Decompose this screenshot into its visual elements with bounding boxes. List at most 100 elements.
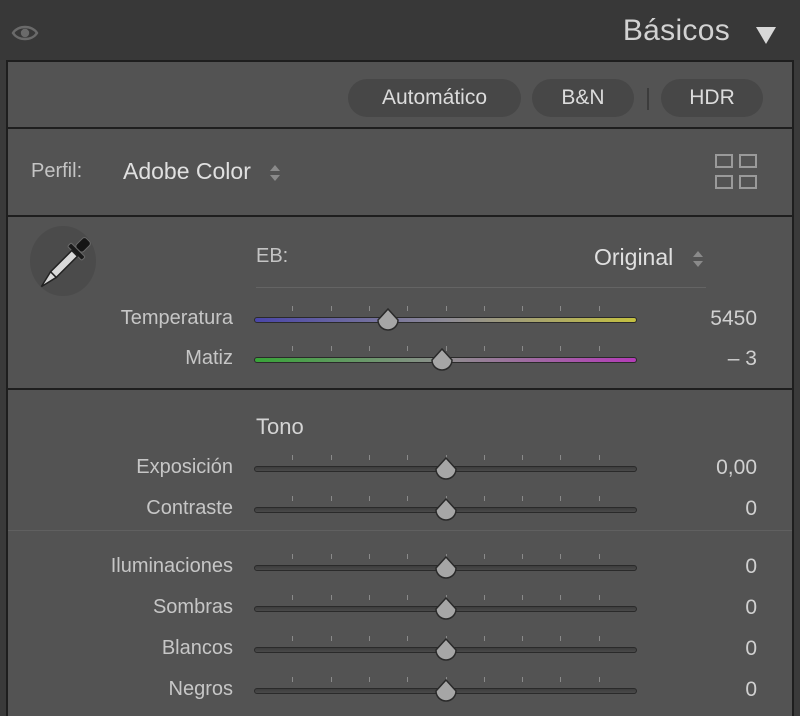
temperature-ticks bbox=[254, 306, 637, 311]
slider-tick bbox=[598, 455, 600, 460]
blacks-slider-thumb[interactable] bbox=[433, 679, 459, 703]
button-divider bbox=[647, 88, 649, 110]
slider-tick bbox=[330, 455, 332, 460]
slider-tick bbox=[368, 455, 370, 460]
slider-tick bbox=[560, 496, 562, 501]
eyedropper-icon[interactable] bbox=[28, 228, 100, 300]
updown-arrows-icon[interactable] bbox=[691, 249, 705, 269]
slider-tick bbox=[598, 677, 600, 682]
slider-tick bbox=[368, 636, 370, 641]
slider-tick bbox=[407, 636, 409, 641]
slider-tick bbox=[560, 455, 562, 460]
slider-tick bbox=[560, 554, 562, 559]
slider-tick bbox=[560, 677, 562, 682]
slider-tick bbox=[445, 306, 447, 311]
slider-tick bbox=[407, 554, 409, 559]
temperature-slider-thumb[interactable] bbox=[375, 308, 401, 332]
contrast-value[interactable]: 0 bbox=[637, 497, 757, 521]
triangle-down-icon[interactable] bbox=[754, 25, 778, 45]
slider-tick bbox=[522, 455, 524, 460]
slider-tick bbox=[330, 554, 332, 559]
highlights-label: Iluminaciones bbox=[110, 555, 233, 577]
exposure-label: Exposición bbox=[136, 456, 233, 478]
slider-tick bbox=[483, 346, 485, 351]
profile-label: Perfil: bbox=[31, 160, 83, 182]
slider-tick bbox=[483, 636, 485, 641]
whites-slider-thumb[interactable] bbox=[433, 638, 459, 662]
slider-tick bbox=[368, 554, 370, 559]
temperature-label: Temperatura bbox=[120, 307, 233, 329]
slider-tick bbox=[407, 306, 409, 311]
tint-slider-thumb[interactable] bbox=[429, 348, 455, 372]
section-divider bbox=[8, 127, 792, 129]
slider-tick bbox=[330, 306, 332, 311]
section-divider bbox=[8, 388, 792, 390]
section-divider bbox=[8, 530, 792, 531]
slider-tick bbox=[407, 346, 409, 351]
slider-tick bbox=[292, 636, 294, 641]
slider-tick bbox=[407, 496, 409, 501]
slider-tick bbox=[330, 346, 332, 351]
slider-tick bbox=[330, 595, 332, 600]
slider-tick bbox=[368, 595, 370, 600]
slider-tick bbox=[292, 595, 294, 600]
slider-tick bbox=[407, 677, 409, 682]
slider-tick bbox=[368, 496, 370, 501]
slider-tick bbox=[522, 346, 524, 351]
contrast-slider-thumb[interactable] bbox=[433, 498, 459, 522]
black-white-button[interactable]: B&N bbox=[532, 79, 634, 117]
highlights-slider-thumb[interactable] bbox=[433, 556, 459, 580]
hdr-button[interactable]: HDR bbox=[661, 79, 763, 117]
profile-select[interactable]: Adobe Color bbox=[123, 158, 251, 185]
slider-tick bbox=[292, 306, 294, 311]
slider-tick bbox=[483, 306, 485, 311]
whites-label: Blancos bbox=[161, 637, 233, 659]
blacks-label: Negros bbox=[168, 678, 233, 700]
slider-tick bbox=[522, 306, 524, 311]
tint-value[interactable]: – 3 bbox=[637, 347, 757, 371]
updown-arrows-icon[interactable] bbox=[268, 163, 282, 183]
slider-tick bbox=[598, 496, 600, 501]
exposure-slider-thumb[interactable] bbox=[433, 457, 459, 481]
wb-underline bbox=[256, 287, 706, 288]
slider-tick bbox=[292, 554, 294, 559]
slider-tick bbox=[560, 306, 562, 311]
wb-select[interactable]: Original bbox=[594, 244, 673, 271]
shadows-slider-thumb[interactable] bbox=[433, 597, 459, 621]
blacks-value[interactable]: 0 bbox=[637, 678, 757, 702]
slider-tick bbox=[598, 306, 600, 311]
exposure-value[interactable]: 0,00 bbox=[637, 456, 757, 480]
slider-tick bbox=[368, 677, 370, 682]
shadows-label: Sombras bbox=[152, 596, 233, 618]
slider-tick bbox=[292, 677, 294, 682]
eye-icon[interactable] bbox=[11, 22, 39, 44]
tone-heading: Tono bbox=[256, 414, 304, 439]
slider-tick bbox=[560, 595, 562, 600]
slider-tick bbox=[560, 636, 562, 641]
slider-tick bbox=[368, 346, 370, 351]
wb-label: EB: bbox=[256, 245, 289, 267]
slider-tick bbox=[560, 346, 562, 351]
slider-tick bbox=[483, 496, 485, 501]
slider-tick bbox=[522, 595, 524, 600]
auto-button[interactable]: Automático bbox=[348, 79, 521, 117]
slider-tick bbox=[330, 636, 332, 641]
slider-tick bbox=[292, 496, 294, 501]
slider-tick bbox=[598, 346, 600, 351]
slider-tick bbox=[330, 496, 332, 501]
slider-tick bbox=[292, 455, 294, 460]
temperature-value[interactable]: 5450 bbox=[637, 307, 757, 331]
slider-tick bbox=[598, 636, 600, 641]
slider-tick bbox=[292, 346, 294, 351]
temperature-slider-track[interactable] bbox=[254, 317, 637, 323]
slider-tick bbox=[483, 554, 485, 559]
slider-tick bbox=[368, 306, 370, 311]
slider-tick bbox=[598, 554, 600, 559]
slider-tick bbox=[483, 677, 485, 682]
whites-value[interactable]: 0 bbox=[637, 637, 757, 661]
grid-icon[interactable] bbox=[715, 154, 757, 190]
shadows-value[interactable]: 0 bbox=[637, 596, 757, 620]
slider-tick bbox=[522, 496, 524, 501]
panel-title: Básicos bbox=[622, 14, 730, 47]
highlights-value[interactable]: 0 bbox=[637, 555, 757, 579]
